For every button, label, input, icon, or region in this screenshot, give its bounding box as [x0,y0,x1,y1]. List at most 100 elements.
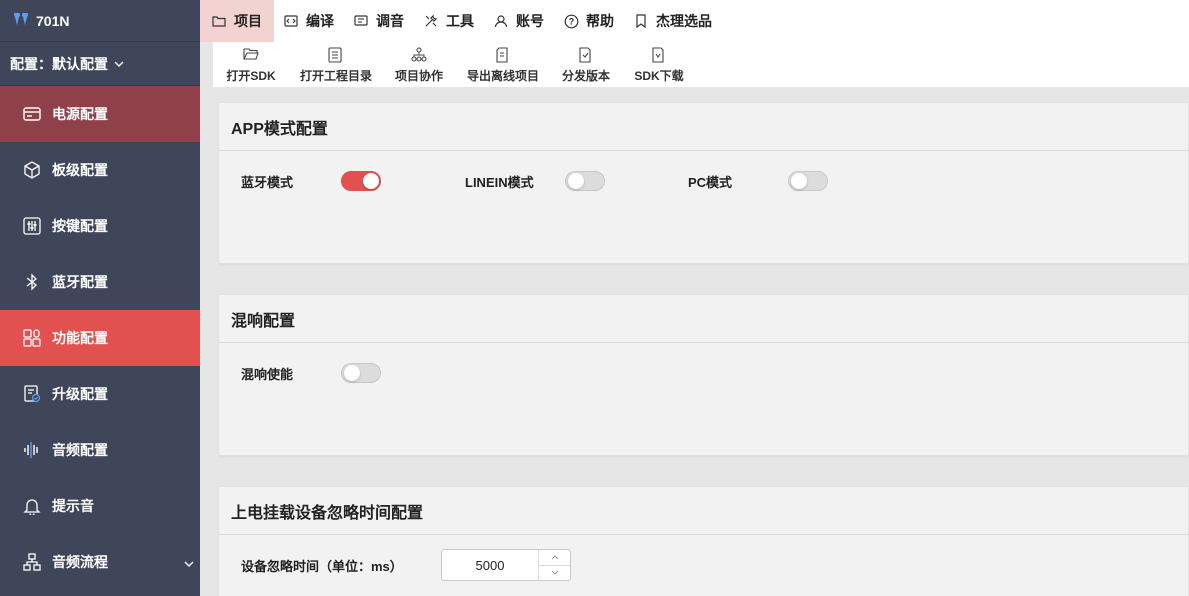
pc-mode-row: PC模式 [688,171,828,191]
open-project-dir-button[interactable]: 打开工程目录 [289,42,383,84]
sidebar-item-label: 电源配置 [52,106,108,122]
toolbar-label: 导出离线项目 [466,69,539,83]
export-icon [495,47,511,63]
bt-mode-row: 蓝牙模式 [241,171,381,191]
sidebar-item-audio[interactable]: 音频配置 [0,422,200,478]
menu-label: 编译 [306,13,334,29]
reverb-panel: 混响配置 混响使能 [218,294,1189,456]
linein-mode-switch[interactable] [565,171,605,191]
increment-icon[interactable] [539,550,570,566]
sidebar: 701N 配置：默认配置 电源配置 板级配置 按键配置 蓝牙配置 功能配置 升级… [0,0,200,596]
toolbar-label: 分发版本 [561,69,610,83]
linein-mode-label: LINEIN模式 [465,174,534,190]
svg-text:?: ? [569,16,575,26]
user-icon [494,13,510,29]
switch-knob [791,173,807,189]
decrement-icon[interactable] [539,566,570,581]
sidebar-item-label: 功能配置 [52,330,108,346]
bluetooth-icon [22,272,42,292]
power-panel-icon [22,104,42,124]
list-icon [328,47,344,63]
menu-account[interactable]: 账号 [484,0,554,42]
sidebar-item-board[interactable]: 板级配置 [0,142,200,198]
open-sdk-button[interactable]: 打开SDK [213,42,289,84]
sidebar-item-label: 音频配置 [52,442,108,458]
distribute-version-button[interactable]: 分发版本 [551,42,621,84]
bt-mode-switch[interactable] [341,171,381,191]
menu-tune[interactable]: 调音 [344,0,414,42]
toolbar-label: 打开工程目录 [299,69,372,83]
pc-mode-label: PC模式 [688,174,733,190]
reverb-enable-label: 混响使能 [241,366,294,382]
menu-label: 账号 [516,13,544,29]
ignore-time-row: 设备忽略时间（单位：ms） 5000 [241,549,571,581]
power-on-ignore-panel: 上电挂载设备忽略时间配置 设备忽略时间（单位：ms） 5000 [218,486,1189,596]
sidebar-item-label: 音频流程 [52,554,108,570]
code-icon [284,13,300,29]
menu-label: 工具 [446,13,474,29]
chevron-down-icon [114,61,124,67]
project-toolbar: 打开SDK 打开工程目录 项目协作 导出离线项目 分发版本 SDK下载 [213,42,1189,87]
app-mode-panel: APP模式配置 蓝牙模式 LINEIN模式 PC模式 [218,102,1189,264]
cube-icon [22,160,42,180]
tune-icon [354,13,370,29]
pc-mode-switch[interactable] [788,171,828,191]
content-area: APP模式配置 蓝牙模式 LINEIN模式 PC模式 混响配置 混响使能 上电挂… [200,87,1189,596]
config-selector[interactable]: 配置：默认配置 [0,42,200,86]
menu-tools[interactable]: 工具 [414,0,484,42]
menu-label: 杰理选品 [656,13,712,29]
audio-wave-icon [22,440,42,460]
ignore-time-label: 设备忽略时间（单位：ms） [241,558,403,574]
reverb-enable-switch[interactable] [341,363,381,383]
sidebar-item-audio-flow[interactable]: 音频流程 [0,534,200,590]
toolbar-label: 打开SDK [226,69,276,83]
menu-label: 调音 [376,13,404,29]
folder-open-icon [243,47,259,63]
sidebar-item-bluetooth[interactable]: 蓝牙配置 [0,254,200,310]
top-menu-bar: 项目 编译 调音 工具 账号 ? 帮助 杰理选品 [200,0,1189,42]
upgrade-doc-icon [22,384,42,404]
menu-jieli-select[interactable]: 杰理选品 [624,0,722,42]
sidebar-item-keys[interactable]: 按键配置 [0,198,200,254]
bookmark-icon [634,13,650,29]
app-brand: 701N [0,0,200,42]
bt-mode-label: 蓝牙模式 [241,174,294,190]
ignore-time-input[interactable]: 5000 [441,549,571,581]
menu-label: 帮助 [586,13,614,29]
menu-compile[interactable]: 编译 [274,0,344,42]
sidebar-item-function[interactable]: 功能配置 [0,310,200,366]
menu-project[interactable]: 项目 [200,0,274,42]
number-spinner [538,550,570,580]
distribute-icon [578,47,594,63]
sidebar-item-prompt-tone[interactable]: 提示音 [0,478,200,534]
menu-help[interactable]: ? 帮助 [554,0,624,42]
sidebar-item-power[interactable]: 电源配置 [0,86,200,142]
help-icon: ? [564,13,580,29]
sidebar-item-label: 蓝牙配置 [52,274,108,290]
bell-icon [22,496,42,516]
sidebar-item-label: 提示音 [52,498,94,514]
grid-apps-icon [22,328,42,348]
project-collab-button[interactable]: 项目协作 [383,42,455,84]
switch-knob [568,173,584,189]
sdk-download-button[interactable]: SDK下载 [621,42,697,84]
menu-label: 项目 [234,13,262,29]
linein-mode-row: LINEIN模式 [465,171,605,191]
switch-knob [363,173,379,189]
tools-icon [424,13,440,29]
panel-title: APP模式配置 [219,103,1188,151]
sliders-icon [22,216,42,236]
export-offline-button[interactable]: 导出离线项目 [455,42,551,84]
toolbar-label: SDK下载 [634,69,684,83]
panel-title: 混响配置 [219,295,1188,343]
panel-title: 上电挂载设备忽略时间配置 [219,487,1188,535]
config-label: 配置：默认配置 [10,55,108,72]
flow-icon [22,552,42,572]
switch-knob [344,365,360,381]
sidebar-item-label: 板级配置 [52,162,108,178]
folder-icon [212,13,228,29]
app-name: 701N [36,12,70,29]
share-icon [411,47,427,63]
chevron-down-icon[interactable] [184,554,194,570]
sidebar-item-upgrade[interactable]: 升级配置 [0,366,200,422]
